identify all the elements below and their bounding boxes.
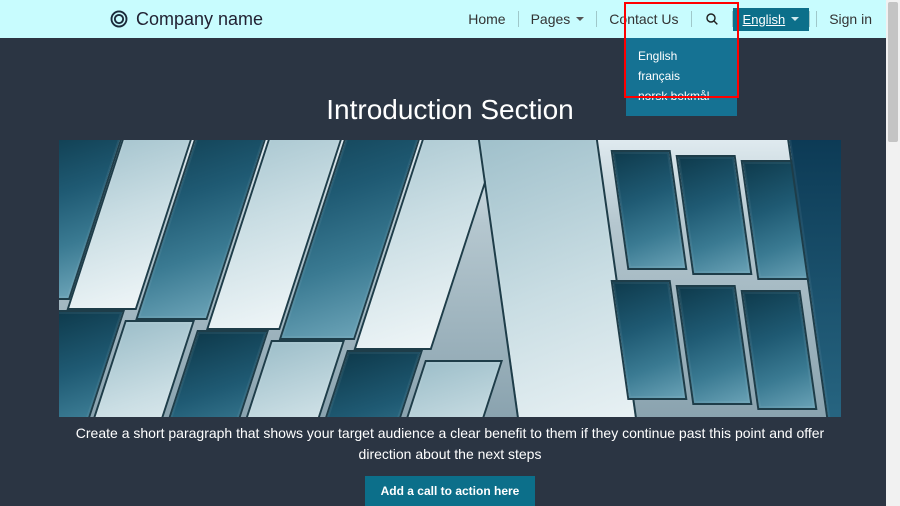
language-option[interactable]: English (626, 46, 737, 66)
language-dropdown-button[interactable]: English (733, 8, 810, 31)
company-logo-icon (110, 10, 128, 28)
nav-signin[interactable]: Sign in (817, 7, 884, 31)
vertical-scrollbar[interactable] (886, 0, 900, 506)
hero-title: Introduction Section (326, 94, 574, 126)
nav-links: Home Pages Contact Us English Sign in (456, 7, 884, 31)
hero-paragraph: Create a short paragraph that shows your… (70, 423, 830, 464)
nav-contact[interactable]: Contact Us (597, 7, 690, 31)
hero-section: Introduction Section Creat (0, 38, 900, 506)
cta-button[interactable]: Add a call to action here (365, 476, 536, 506)
company-name: Company name (136, 9, 263, 30)
nav-pages-label: Pages (531, 11, 571, 27)
language-option[interactable]: français (626, 66, 737, 86)
search-icon (704, 11, 720, 27)
scrollbar-thumb[interactable] (888, 2, 898, 142)
top-navbar: Company name Home Pages Contact Us Engli… (0, 0, 900, 38)
language-current-label: English (743, 12, 786, 27)
language-option[interactable]: norsk bokmål (626, 86, 737, 106)
search-button[interactable] (692, 7, 732, 31)
chevron-down-icon (576, 17, 584, 21)
nav-home[interactable]: Home (456, 7, 517, 31)
language-dropdown-menu: English français norsk bokmål (626, 38, 737, 116)
nav-separator (809, 11, 810, 27)
hero-image (59, 140, 841, 417)
nav-pages[interactable]: Pages (519, 7, 597, 31)
chevron-down-icon (791, 17, 799, 21)
